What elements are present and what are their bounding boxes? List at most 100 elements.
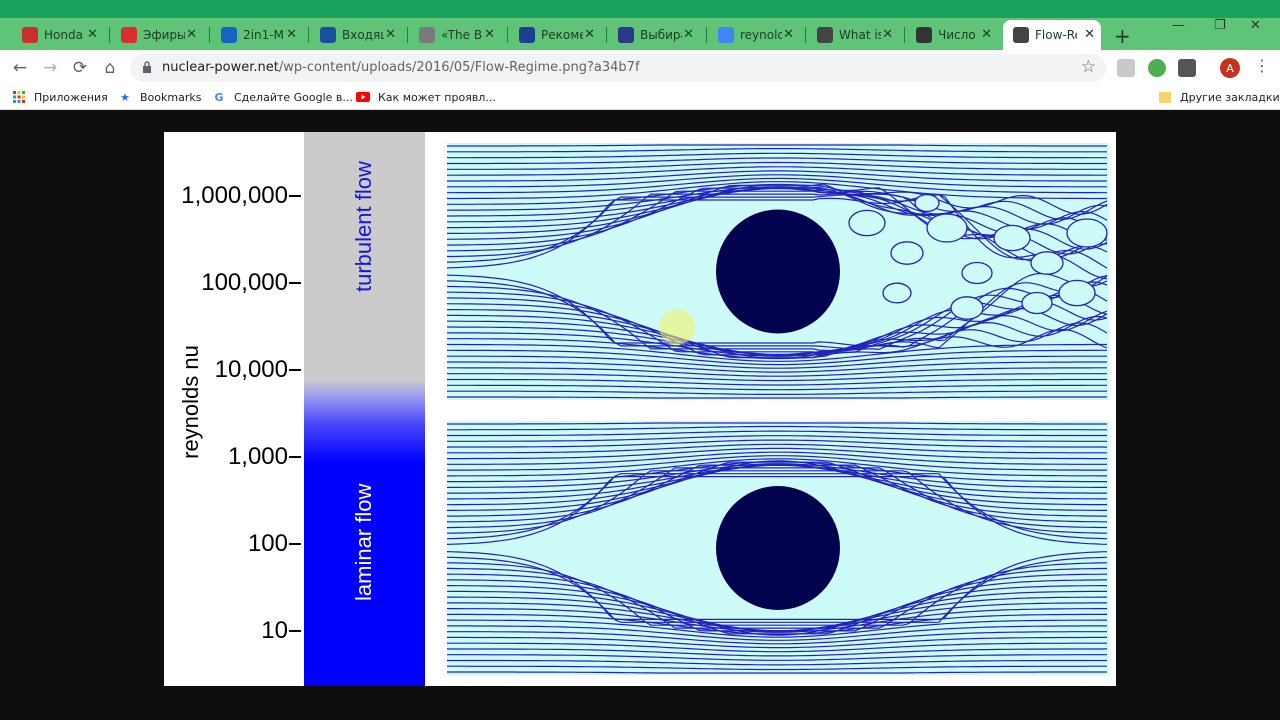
- y-tick-label: 1,000,000: [181, 182, 288, 209]
- leaf-icon: [519, 27, 535, 43]
- vortex-eddy: [993, 224, 1031, 252]
- bookmark-label: Bookmarks: [140, 90, 202, 104]
- calendar-icon: [121, 27, 137, 43]
- tab-label: «The B: [441, 28, 483, 42]
- vortex-eddy: [1058, 279, 1096, 307]
- y-tick-label: 10: [261, 617, 288, 644]
- tab-7[interactable]: Выбира✕: [608, 20, 700, 50]
- url-text: nuclear-power.net/wp-content/uploads/201…: [162, 60, 640, 75]
- menu-kebab-icon[interactable]: ⋮: [1254, 56, 1270, 75]
- tab-separator: [308, 27, 309, 43]
- tab-close-icon[interactable]: ✕: [783, 27, 794, 42]
- minimize-button[interactable]: —: [1172, 18, 1185, 33]
- tab-close-icon[interactable]: ✕: [186, 27, 197, 42]
- google-icon: [718, 27, 734, 43]
- wikipedia-icon: [916, 27, 932, 43]
- tab-label: Рекоме: [541, 28, 583, 42]
- close-window-button[interactable]: ✕: [1250, 18, 1261, 33]
- tab-close-icon[interactable]: ✕: [584, 27, 595, 42]
- y-tick-mark: [289, 195, 301, 197]
- tab-separator: [507, 27, 508, 43]
- bookmarks-bar: Приложения ★ Bookmarks G Сделайте Google в…: [0, 86, 1280, 110]
- tab-close-icon[interactable]: ✕: [385, 27, 396, 42]
- vortex-eddy: [1021, 291, 1053, 315]
- vortex-eddy: [890, 241, 924, 265]
- tab-close-icon[interactable]: ✕: [286, 27, 297, 42]
- laminar-flow-label: laminar flow: [351, 483, 376, 601]
- profile-avatar[interactable]: A: [1220, 58, 1240, 78]
- tab-label: Flow-Re: [1035, 28, 1077, 42]
- tab-separator: [904, 27, 905, 43]
- tab-close-icon[interactable]: ✕: [484, 27, 495, 42]
- apps-grid-icon: [12, 90, 26, 104]
- y-tick-label: 100: [247, 530, 288, 557]
- pdf-extension-icon[interactable]: [1117, 59, 1135, 77]
- address-bar[interactable]: nuclear-power.net/wp-content/uploads/201…: [130, 54, 1106, 82]
- mail-icon: [320, 27, 336, 43]
- tab-1[interactable]: Honda ✕: [12, 20, 104, 50]
- tab-10[interactable]: Число ✕: [906, 20, 998, 50]
- tab-separator: [109, 27, 110, 43]
- runner-icon: [618, 27, 634, 43]
- turbulent-flow-label: turbulent flow: [351, 161, 376, 292]
- bookmark-other[interactable]: Другие закладки: [1158, 90, 1280, 104]
- tab-close-icon[interactable]: ✕: [981, 27, 992, 42]
- flow-diagram: [447, 143, 1109, 675]
- vortex-eddy: [914, 193, 940, 213]
- bookmark-star-icon[interactable]: ☆: [1081, 57, 1096, 77]
- bookmark-label: Другие закладки: [1180, 90, 1280, 104]
- tab-separator: [706, 27, 707, 43]
- bookmark-youtube[interactable]: Как может проявл...: [356, 90, 496, 104]
- flow-regime-image: 1,000,000 100,000 10,000 1,000 100 10 reynold…: [164, 132, 1116, 686]
- tab-8[interactable]: reynold ✕: [708, 20, 800, 50]
- folder-icon: [1158, 90, 1172, 104]
- cylinder-obstacle: [716, 209, 840, 334]
- bookmark-bookmarks[interactable]: ★ Bookmarks: [118, 90, 201, 104]
- vortex-eddy: [926, 213, 968, 243]
- new-tab-button[interactable]: +: [1114, 24, 1131, 48]
- vortex-eddy: [882, 282, 912, 304]
- tab-label: Входящ: [342, 28, 384, 42]
- atom-icon: [1013, 27, 1029, 43]
- tab-11[interactable]: Flow-Re ✕: [1003, 20, 1101, 50]
- y-axis-label: reynolds nu: [178, 345, 203, 459]
- tab-3[interactable]: 2in1-M ✕: [211, 20, 303, 50]
- tab-close-icon[interactable]: ✕: [87, 27, 98, 42]
- vortex-eddy: [1030, 251, 1064, 275]
- bookmark-google[interactable]: G Сделайте Google в...: [212, 90, 352, 104]
- tab-label: Honda: [44, 28, 83, 42]
- reload-button[interactable]: ⟳: [68, 56, 92, 80]
- tab-label: 2in1-M: [243, 28, 284, 42]
- shield-extension-icon[interactable]: [1148, 59, 1166, 77]
- tab-close-icon[interactable]: ✕: [1084, 27, 1095, 42]
- tab-5[interactable]: «The B ✕: [409, 20, 501, 50]
- tab-9[interactable]: What is ✕: [807, 20, 899, 50]
- tab-2[interactable]: Эфиры ✕: [111, 20, 203, 50]
- page-viewport: 1,000,000 100,000 10,000 1,000 100 10 reynold…: [0, 111, 1280, 720]
- y-tick-mark: [289, 369, 301, 371]
- lock-icon: [143, 61, 151, 73]
- tab-4[interactable]: Входящ✕: [310, 20, 402, 50]
- y-tick-label: 100,000: [201, 269, 288, 296]
- tab-label: reynold: [740, 28, 782, 42]
- y-tick-mark: [289, 282, 301, 284]
- restore-button[interactable]: ❐: [1214, 18, 1226, 33]
- forward-button[interactable]: →: [38, 56, 62, 80]
- tab-6[interactable]: Рекоме ✕: [509, 20, 601, 50]
- tab-separator: [407, 27, 408, 43]
- tab-close-icon[interactable]: ✕: [683, 27, 694, 42]
- youtube-icon: [356, 90, 370, 104]
- tab-close-icon[interactable]: ✕: [882, 27, 893, 42]
- screenshot-extension-icon[interactable]: [1178, 59, 1196, 77]
- cylinder-obstacle: [716, 486, 840, 610]
- y-tick-mark: [289, 630, 301, 632]
- y-tick-mark: [289, 456, 301, 458]
- bookmark-apps[interactable]: Приложения: [12, 90, 108, 104]
- star-icon: ★: [120, 90, 130, 104]
- bookmark-label: Как может проявл...: [378, 90, 496, 104]
- tab-label: Число: [938, 28, 976, 42]
- back-button[interactable]: ←: [8, 56, 32, 80]
- vortex-eddy: [950, 296, 984, 320]
- wave-icon: [221, 27, 237, 43]
- home-button[interactable]: ⌂: [98, 56, 122, 80]
